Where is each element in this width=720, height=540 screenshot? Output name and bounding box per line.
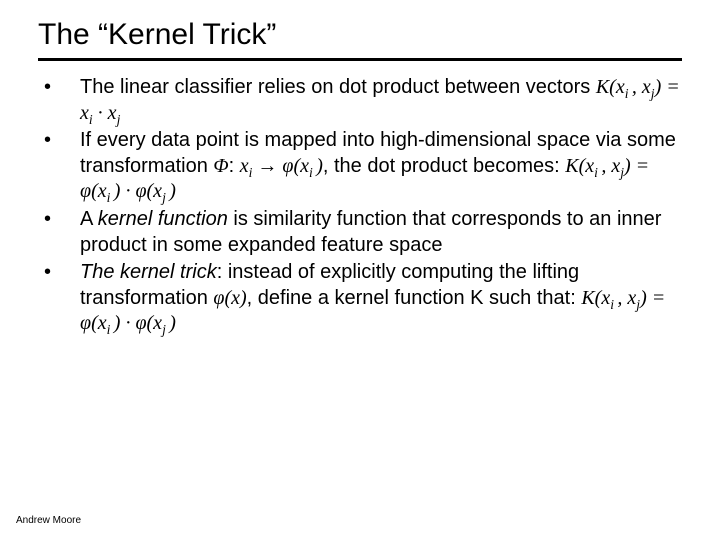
slide-footer: Andrew Moore: [16, 515, 81, 526]
slide-body: The “Kernel Trick” • The linear classifi…: [0, 0, 720, 337]
math-run: φ(x): [213, 287, 246, 309]
title-underline: [38, 58, 682, 61]
text-run: , the dot product becomes:: [323, 155, 565, 177]
text-run: The linear classifier relies on dot prod…: [80, 76, 596, 98]
bullet-item: • If every data point is mapped into hig…: [38, 128, 682, 205]
bullet-item: • A kernel function is similarity functi…: [38, 207, 682, 258]
slide-title: The “Kernel Trick”: [38, 18, 682, 52]
bullet-item: • The linear classifier relies on dot pr…: [38, 75, 682, 126]
text-run: A: [80, 208, 98, 230]
emphasis-run: The kernel trick: [80, 261, 217, 283]
emphasis-run: kernel function: [98, 208, 228, 230]
bullet-marker-icon: •: [38, 260, 80, 337]
math-run: xi → φ(xi ): [240, 155, 323, 177]
text-run: :: [229, 155, 240, 177]
math-run: Φ: [213, 155, 228, 177]
bullet-text: If every data point is mapped into high-…: [80, 128, 682, 205]
bullet-text: The kernel trick: instead of explicitly …: [80, 260, 682, 337]
bullet-list: • The linear classifier relies on dot pr…: [38, 75, 682, 337]
text-run: , define a kernel function K such that:: [247, 287, 582, 309]
bullet-marker-icon: •: [38, 128, 80, 205]
bullet-text: The linear classifier relies on dot prod…: [80, 75, 682, 126]
bullet-item: • The kernel trick: instead of explicitl…: [38, 260, 682, 337]
bullet-marker-icon: •: [38, 75, 80, 126]
bullet-marker-icon: •: [38, 207, 80, 258]
bullet-text: A kernel function is similarity function…: [80, 207, 682, 258]
